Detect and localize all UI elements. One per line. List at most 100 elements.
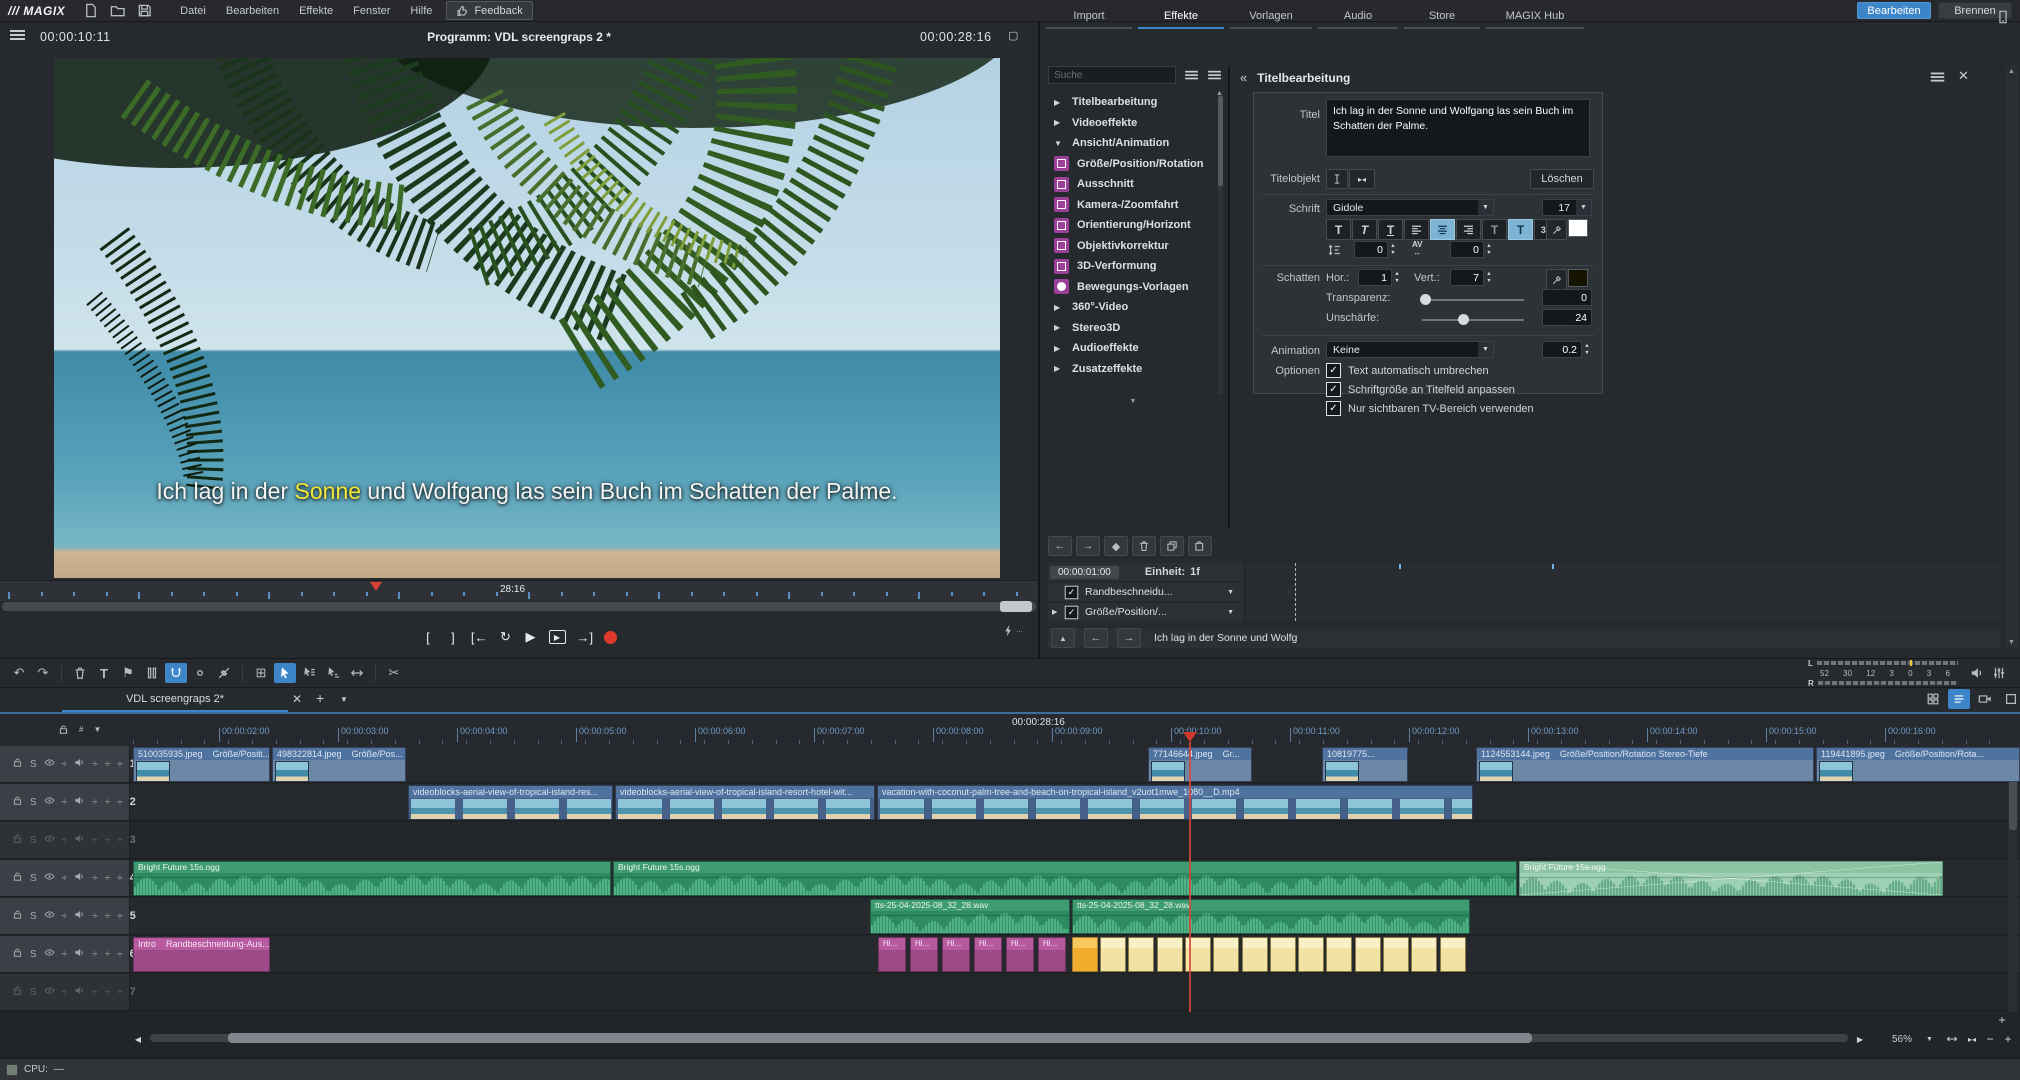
fx-item-kamera-zoomfahrt[interactable]: Kamera-/Zoomfahrt	[1048, 195, 1218, 216]
clip[interactable]	[1157, 937, 1183, 972]
timeline-ruler[interactable]: 00:00:28:16 00:00:02:0000:00:03:0000:00:…	[0, 714, 2020, 746]
shadow-vert-stepper[interactable]: 7▲▼	[1450, 269, 1494, 286]
clip[interactable]: tts-25-04-2025-08_32_28.wav	[1072, 899, 1470, 934]
font-color-swatch[interactable]	[1568, 219, 1588, 237]
clip[interactable]: Hi...	[1006, 937, 1034, 972]
preview-hscroll-thumb[interactable]	[1000, 601, 1032, 612]
checkbox[interactable]: ✓	[1326, 382, 1341, 397]
zoom-in-button[interactable]: +	[2000, 1031, 2016, 1047]
fx-group-ansicht-animation[interactable]: ▼Ansicht/Animation	[1048, 133, 1218, 154]
insert-button[interactable]: ⊞	[250, 663, 272, 683]
clip[interactable]	[1411, 937, 1437, 972]
delete-title-button[interactable]: Löschen	[1530, 169, 1594, 189]
fx-scroll-thumb[interactable]	[1218, 96, 1223, 186]
solo-icon[interactable]: S	[30, 759, 37, 770]
keyframe-playhead[interactable]	[1295, 563, 1296, 621]
close-project-icon[interactable]: ✕	[292, 692, 302, 706]
slider-thumb[interactable]	[1420, 294, 1431, 305]
magnet-button[interactable]	[165, 663, 187, 683]
format-align-right-button[interactable]	[1456, 219, 1481, 240]
tab-vorlagen[interactable]: Vorlagen	[1230, 10, 1312, 29]
curve-icon[interactable]: ÷	[105, 911, 111, 922]
next-object-button[interactable]: →	[1117, 628, 1141, 648]
stepper-arrows[interactable]: ▲▼	[1484, 241, 1494, 258]
curve-icon[interactable]: ÷	[62, 911, 68, 922]
lock-icon[interactable]	[12, 795, 23, 809]
format-title-shadow-button[interactable]: T	[1508, 219, 1533, 240]
format-align-left-button[interactable]	[1404, 219, 1429, 240]
lock-icon[interactable]	[58, 724, 69, 735]
curve-icon[interactable]: ÷	[62, 797, 68, 808]
curve-icon[interactable]: ÷	[62, 949, 68, 960]
redo-button[interactable]: ↷	[32, 663, 54, 683]
solo-icon[interactable]: S	[30, 911, 37, 922]
key-add-button[interactable]: ◆	[1104, 536, 1128, 556]
speaker-icon[interactable]	[1966, 663, 1988, 683]
fx-item-objektivkorrektur[interactable]: Objektivkorrektur	[1048, 236, 1218, 257]
clip[interactable]: Bright Future 15s.ogg	[613, 861, 1517, 896]
zoom-chevron[interactable]: ▼	[1926, 1036, 1933, 1043]
font-family-dropdown[interactable]: Gidole▼	[1326, 199, 1494, 216]
text-button[interactable]: T	[93, 663, 115, 683]
paste-button[interactable]	[1188, 536, 1212, 556]
option-schriftgr-e-an-titelfeld-anpassen[interactable]: ✓Schriftgröße an Titelfeld anpassen	[1326, 382, 1534, 397]
tab-magix-hub[interactable]: MAGIX Hub	[1486, 10, 1584, 29]
track-header-3[interactable]: S÷÷÷÷3	[0, 822, 130, 858]
curve-icon[interactable]: ÷	[92, 797, 98, 808]
transport-to-end-button[interactable]: →]	[577, 627, 594, 647]
curve-icon[interactable]: ÷	[105, 949, 111, 960]
fx-group-360-video[interactable]: ▶360°-Video	[1048, 297, 1218, 318]
arrow-left-button[interactable]: ←	[1048, 536, 1072, 556]
blur-slider[interactable]	[1422, 319, 1524, 321]
slider-thumb[interactable]	[1458, 314, 1469, 325]
clip[interactable]: Hi...	[910, 937, 938, 972]
format-bold-button[interactable]: T	[1326, 219, 1351, 240]
speaker-icon[interactable]	[74, 871, 85, 885]
detail-list-icon[interactable]	[1208, 70, 1221, 79]
chev-down-icon[interactable]: ▼	[93, 725, 101, 734]
curve-icon[interactable]: ÷	[117, 949, 123, 960]
panel-menu-icon[interactable]	[1931, 73, 1945, 83]
detach-window-icon[interactable]: ▢	[1008, 29, 1018, 42]
lock-icon[interactable]	[12, 947, 23, 961]
checkbox[interactable]: ✓	[1326, 401, 1341, 416]
fx-item-ausschnitt[interactable]: Ausschnitt	[1048, 174, 1218, 195]
eye-icon[interactable]	[44, 909, 55, 923]
track-header-5[interactable]: S÷÷÷÷5	[0, 898, 130, 934]
stepper-arrows[interactable]: ▲▼	[1388, 241, 1398, 258]
format-title-outline-button[interactable]: T	[1482, 219, 1507, 240]
expander-icon[interactable]: ▶	[1052, 608, 1064, 616]
playhead-line[interactable]	[1189, 742, 1191, 1012]
timeline-hscrollbar[interactable]	[150, 1034, 1848, 1042]
kerning-stepper[interactable]: 0▲▼	[1450, 241, 1494, 258]
speaker-icon[interactable]	[74, 947, 85, 961]
curve-icon[interactable]: ÷	[105, 987, 111, 998]
flag-button[interactable]: ⚑	[117, 663, 139, 683]
param-chevron[interactable]: ▼	[1227, 609, 1234, 616]
transparency-value[interactable]: 0	[1542, 289, 1592, 306]
transport-to-start-button[interactable]: [←	[471, 627, 488, 647]
fx-item-orientierung-horizont[interactable]: Orientierung/Horizont	[1048, 215, 1218, 236]
clip[interactable]	[1270, 937, 1296, 972]
curve-icon[interactable]: ÷	[62, 873, 68, 884]
clip[interactable]: vacation-with-coconut-palm-tree-and-beac…	[877, 785, 1473, 820]
split-button[interactable]	[141, 663, 163, 683]
fx-list-scrollbar[interactable]: ▲	[1218, 94, 1223, 394]
speaker-icon[interactable]	[74, 985, 85, 999]
zoom-out-button[interactable]: −	[1982, 1031, 1998, 1047]
fx-item-bewegungs-vorlagen[interactable]: Bewegungs-Vorlagen	[1048, 277, 1218, 298]
clip[interactable]: videoblocks-aerial-view-of-tropical-isla…	[615, 785, 875, 820]
scroll-right-button[interactable]: ▶	[1852, 1031, 1868, 1047]
curve-icon[interactable]: ÷	[117, 835, 123, 846]
curve-icon[interactable]: ÷	[117, 873, 123, 884]
save-icon[interactable]	[137, 3, 152, 18]
clip[interactable]: Bright Future 15s.ogg	[133, 861, 611, 896]
curve-icon[interactable]: ÷	[105, 759, 111, 770]
animation-duration-stepper[interactable]: 0.2▲▼	[1542, 341, 1592, 358]
clip[interactable]	[1242, 937, 1268, 972]
page-scrollbar[interactable]: ▲ ▼	[2006, 66, 2018, 648]
format-italic-button[interactable]: T	[1352, 219, 1377, 240]
curve-icon[interactable]: ÷	[117, 987, 123, 998]
view-list-button[interactable]	[1948, 689, 1970, 709]
hash-icon[interactable]: #	[79, 725, 83, 734]
